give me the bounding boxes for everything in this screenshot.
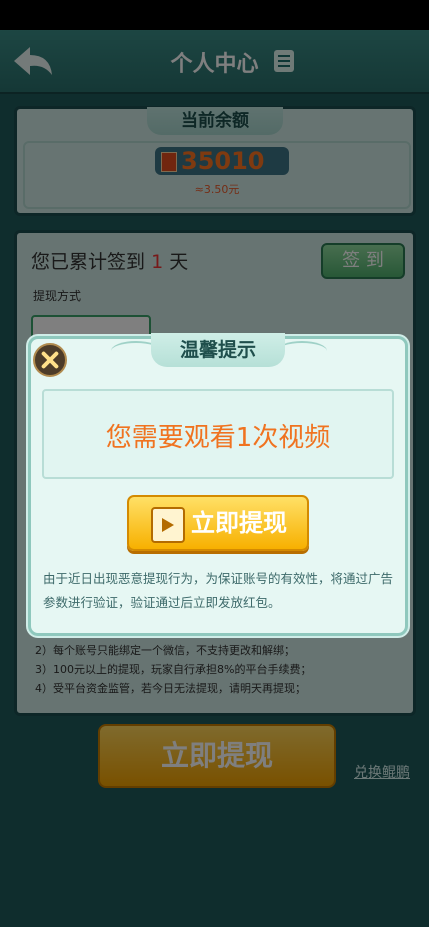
withdraw-now-label: 立即提现 [191, 509, 287, 537]
message-box: 您需要观看1次视频 [42, 389, 394, 479]
modal-message: 您需要观看1次视频 [105, 423, 331, 453]
tip-modal: 温馨提示 您需要观看1次视频 立即提现 由于近日出现恶意提现行为，为保证账号的有… [28, 333, 408, 636]
video-icon [151, 507, 185, 543]
close-icon[interactable] [33, 343, 67, 377]
modal-notice: 由于近日出现恶意提现行为，为保证账号的有效性，将通过广告参数进行验证，验证通过后… [43, 571, 394, 610]
status-bar [0, 0, 429, 30]
withdraw-now-button[interactable]: 立即提现 [127, 495, 309, 551]
modal-title: 温馨提示 [151, 333, 285, 367]
